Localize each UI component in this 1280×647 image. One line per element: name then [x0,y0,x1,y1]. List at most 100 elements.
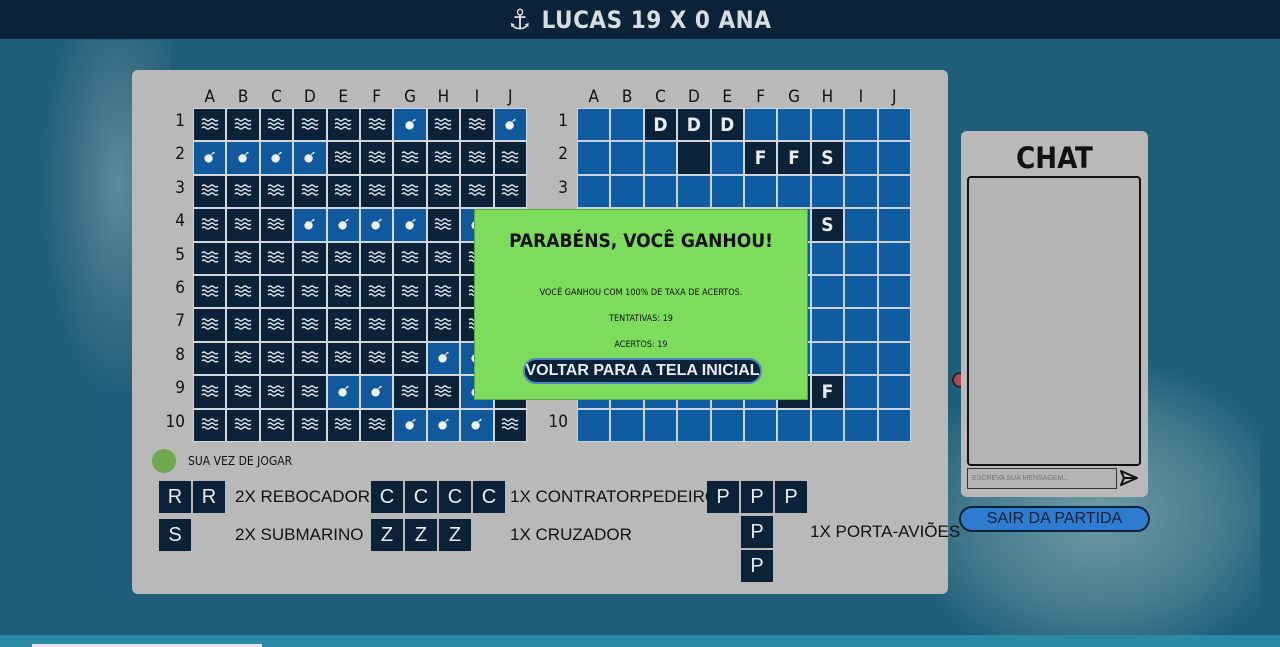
waves-icon [501,147,519,169]
waves-icon [434,147,452,169]
board-cell[interactable] [610,108,644,142]
board-cell[interactable] [710,174,744,209]
waves-icon [234,214,252,236]
waves-icon [368,314,386,336]
board-cell[interactable] [877,308,911,342]
column-label: A [204,87,215,107]
board-cell-water [259,341,294,376]
board-cell-ship[interactable]: S [810,208,845,242]
board-cell[interactable] [877,375,911,409]
legend-tile-contratorpedeiro: C [405,481,437,513]
board-cell[interactable] [710,408,744,442]
board-cell[interactable] [710,141,744,175]
board-cell-hit [326,208,360,242]
board-cell[interactable] [743,108,778,142]
bomb-icon [303,147,316,169]
board-cell[interactable] [577,141,611,175]
board-cell[interactable] [643,174,678,209]
waves-icon [201,114,219,136]
board-cell[interactable] [844,341,878,376]
board-cell[interactable] [877,141,911,175]
board-cell[interactable] [844,375,878,409]
board-cell[interactable] [643,408,678,442]
waves-icon [434,214,452,236]
board-cell[interactable] [677,174,711,209]
chat-message-input[interactable] [967,468,1117,489]
board-cell[interactable] [877,208,911,242]
board-cell[interactable] [877,408,911,442]
waves-icon [401,180,419,202]
board-cell[interactable] [777,108,811,142]
turn-status-dot [152,449,176,473]
board-cell[interactable] [844,274,878,309]
board-cell[interactable] [643,141,678,175]
board-cell-ship[interactable] [677,141,711,175]
chat-messages[interactable] [967,176,1141,466]
column-label: D [303,87,316,107]
board-cell[interactable] [844,308,878,342]
waves-icon [434,114,452,136]
board-cell-ship[interactable]: D [710,108,744,142]
board-cell[interactable] [810,241,845,275]
board-cell[interactable] [743,174,778,209]
board-cell[interactable] [577,108,611,142]
board-cell[interactable] [844,408,878,442]
board-cell[interactable] [577,174,611,209]
waves-icon [201,247,219,269]
board-cell[interactable] [810,108,845,142]
waves-icon [334,114,352,136]
turn-indicator: SUA VEZ DE JOGAR [152,449,292,473]
legend-tile-porta-avioes: P [707,481,739,513]
board-cell[interactable] [810,174,845,209]
board-cell[interactable] [877,241,911,275]
board-cell-water [193,341,227,376]
board-cell[interactable] [810,341,845,376]
board-cell-ship[interactable]: D [643,108,678,142]
legend-label-contratorpedeiro: 1X CONTRATORPEDEIRO [510,487,719,506]
board-cell[interactable] [743,408,778,442]
board-cell[interactable] [844,241,878,275]
back-to-home-button[interactable]: VOLTAR PARA A TELA INICIAL [523,358,762,384]
waves-icon [201,381,219,403]
board-cell[interactable] [844,174,878,209]
board-cell[interactable] [877,341,911,376]
board-cell-water [359,408,394,442]
board-cell-ship[interactable]: F [810,375,845,409]
board-cell[interactable] [677,408,711,442]
bomb-icon [404,414,417,436]
board-cell[interactable] [810,408,845,442]
board-cell-water [426,174,461,209]
board-cell[interactable] [610,408,644,442]
board-cell[interactable] [610,174,644,209]
board-cell[interactable] [877,274,911,309]
board-cell[interactable] [777,408,811,442]
board-cell-water [293,274,327,309]
leave-match-button[interactable]: SAIR DA PARTIDA [959,506,1150,532]
board-cell-ship[interactable]: F [743,141,778,175]
board-cell[interactable] [610,141,644,175]
board-cell-water [426,108,461,142]
board-cell[interactable] [844,141,878,175]
board-cell[interactable] [777,174,811,209]
left-board-row-labels: 1 2 3 4 5 6 7 8 9 10 [155,105,185,439]
column-label: C [655,87,666,107]
board-cell-hit [393,208,427,242]
board-cell[interactable] [844,108,878,142]
board-cell[interactable] [877,174,911,209]
board-cell-ship[interactable]: F [777,141,811,175]
legend-label-porta-avioes: 1X PORTA-AVIÕES [810,522,961,541]
waves-icon [234,247,252,269]
send-icon[interactable] [1119,468,1139,488]
board-cell-hit [426,408,461,442]
board-cell-ship[interactable]: S [810,141,845,175]
board-cell[interactable] [577,408,611,442]
board-cell[interactable] [877,108,911,142]
board-cell-hit [259,141,294,175]
column-label: D [687,87,700,107]
board-cell-ship[interactable]: D [677,108,711,142]
board-cell[interactable] [810,274,845,309]
waves-icon [368,347,386,369]
waves-icon [234,347,252,369]
board-cell[interactable] [844,208,878,242]
board-cell[interactable] [810,308,845,342]
